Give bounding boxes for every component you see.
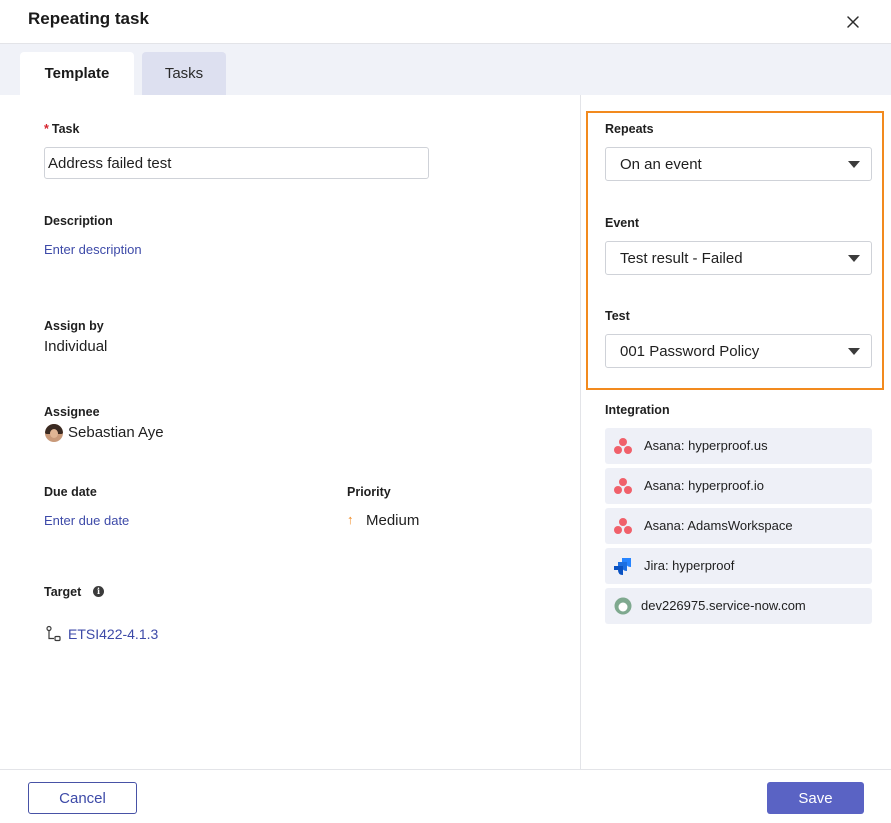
- assign-by-label: Assign by: [44, 319, 104, 333]
- test-label: Test: [605, 309, 630, 323]
- description-input[interactable]: Enter description: [44, 242, 142, 257]
- repeats-label: Repeats: [605, 122, 654, 136]
- integration-item-jira[interactable]: Jira: hyperproof: [605, 548, 872, 584]
- test-select[interactable]: 001 Password Policy: [605, 334, 872, 368]
- servicenow-icon: [614, 597, 632, 615]
- integration-item-asana-us[interactable]: Asana: hyperproof.us: [605, 428, 872, 464]
- arrow-up-icon: ↑: [347, 512, 354, 527]
- integration-label-text: Asana: AdamsWorkspace: [644, 518, 793, 533]
- test-value: 001 Password Policy: [620, 343, 760, 360]
- required-mark: *: [44, 122, 49, 136]
- integration-label-text: Asana: hyperproof.io: [644, 478, 764, 493]
- asana-icon: [614, 478, 632, 494]
- integration-item-asana-io[interactable]: Asana: hyperproof.io: [605, 468, 872, 504]
- repeats-value: On an event: [620, 156, 702, 173]
- assign-by-value[interactable]: Individual: [44, 338, 107, 355]
- event-select[interactable]: Test result - Failed: [605, 241, 872, 275]
- caret-down-icon: [848, 161, 860, 168]
- dialog-title: Repeating task: [28, 9, 149, 28]
- asana-icon: [614, 518, 632, 534]
- dialog-header: Repeating task: [0, 0, 891, 44]
- avatar: [45, 424, 63, 442]
- task-input[interactable]: [44, 147, 429, 179]
- due-date-label: Due date: [44, 485, 97, 499]
- cancel-button[interactable]: Cancel: [28, 782, 137, 814]
- priority-label: Priority: [347, 485, 391, 499]
- integration-label: Integration: [605, 403, 670, 417]
- due-date-input[interactable]: Enter due date: [44, 513, 129, 528]
- priority-value[interactable]: Medium: [366, 512, 419, 529]
- save-button[interactable]: Save: [767, 782, 864, 814]
- integration-item-servicenow[interactable]: dev226975.service-now.com: [605, 588, 872, 624]
- target-label: Target: [44, 585, 82, 599]
- integration-label-text: dev226975.service-now.com: [641, 598, 806, 613]
- target-link[interactable]: ETSI422-4.1.3: [68, 626, 158, 642]
- close-icon[interactable]: [843, 12, 863, 32]
- caret-down-icon: [848, 348, 860, 355]
- integration-label-text: Asana: hyperproof.us: [644, 438, 768, 453]
- assignee-value[interactable]: Sebastian Aye: [68, 424, 164, 441]
- integration-label-text: Jira: hyperproof: [644, 558, 735, 573]
- hierarchy-icon: [45, 625, 63, 643]
- assignee-label: Assignee: [44, 405, 100, 419]
- asana-icon: [614, 438, 632, 454]
- task-label: * Task: [44, 122, 80, 136]
- caret-down-icon: [848, 255, 860, 262]
- tab-tasks[interactable]: Tasks: [142, 52, 226, 95]
- integration-item-asana-adams[interactable]: Asana: AdamsWorkspace: [605, 508, 872, 544]
- info-icon[interactable]: i: [93, 586, 104, 597]
- event-label: Event: [605, 216, 640, 230]
- jira-icon: [614, 558, 631, 575]
- description-label: Description: [44, 214, 113, 228]
- repeats-select[interactable]: On an event: [605, 147, 872, 181]
- event-value: Test result - Failed: [620, 250, 743, 267]
- tab-template[interactable]: Template: [20, 52, 134, 95]
- tab-bar: Template Tasks: [0, 44, 891, 95]
- column-divider: [580, 95, 581, 769]
